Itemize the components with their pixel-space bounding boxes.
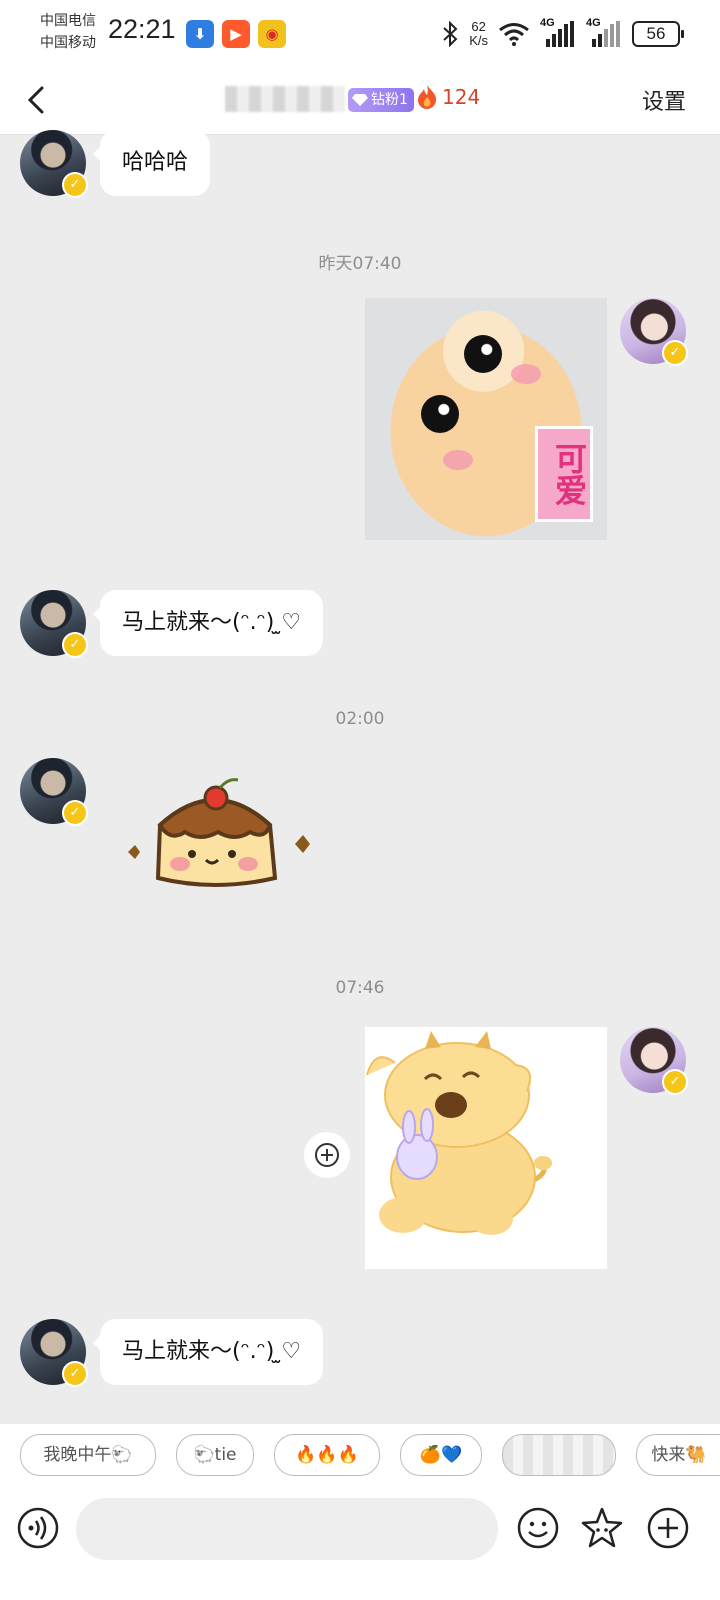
friendship-streak: 124 [416,84,480,110]
wifi-icon [499,23,529,46]
carrier-1: 中国电信 [40,13,96,29]
diamond-icon [352,94,368,106]
image-caption-sticker: 可爱 [535,426,593,522]
message-timestamp: 07:46 [335,978,385,998]
quick-reply-chip-blurred[interactable] [502,1434,616,1476]
carrier-2: 中国移动 [40,35,96,51]
fan-level-badge: 钻粉1 [348,88,414,112]
weibo-icon: ◉ [258,20,286,48]
fan-level-label: 钻粉1 [371,92,408,108]
verified-badge-icon: ✓ [62,632,88,658]
verified-badge-icon: ✓ [62,172,88,198]
message-bubble[interactable]: 哈哈哈 [92,130,211,196]
status-time: 22:21 [108,14,176,44]
verified-badge-icon: ✓ [62,800,88,826]
verified-badge-icon: ✓ [62,1361,88,1387]
battery-indicator: 56 [632,21,684,47]
more-plus-icon[interactable] [646,1506,690,1550]
message-bubble[interactable]: 马上就来～(ᵔ.ᵔ) ̫♡ [92,590,324,656]
contact-avatar[interactable]: ✓ [20,1319,88,1387]
pudding-sticker[interactable] [120,770,320,900]
contact-name-blurred [225,86,345,112]
my-avatar[interactable]: ✓ [620,298,688,366]
contact-avatar[interactable]: ✓ [20,758,88,826]
flame-icon [418,85,437,109]
cat-eye [464,335,502,373]
carrier-names: 中国电信 中国移动 [40,10,96,54]
signal-2-icon: 4G [586,17,622,49]
settings-button[interactable]: 设置 [642,84,686,116]
back-arrow-icon[interactable] [18,80,58,120]
message-timestamp: 02:00 [335,709,385,729]
cat-blush [511,364,541,384]
emoji-icon[interactable] [516,1506,560,1550]
signal-1-icon: 4G [540,17,576,49]
status-indicators: 62 K/s 4G 4G 56 [441,14,684,54]
net-speed-value: 62 [471,19,486,34]
contact-avatar[interactable]: ✓ [20,590,88,658]
quick-reply-chip[interactable]: 我晚中午🐑 [20,1434,156,1476]
cat-sticker-image[interactable]: 可爱 [365,298,607,540]
signal-2-label: 4G [586,17,601,29]
kuaishou-icon: ▶ [222,20,250,48]
chat-header: 钻粉1 124 设置 [0,70,720,135]
verified-badge-icon: ✓ [662,1069,688,1095]
message-bubble[interactable]: 马上就来～(ᵔ.ᵔ) ̫♡ [92,1319,324,1385]
cow-sticker [366,1031,552,1235]
plus-circle-icon [315,1143,339,1167]
quick-reply-chip[interactable]: 🍊💙 [400,1434,482,1476]
my-avatar[interactable]: ✓ [620,1027,688,1095]
quick-reply-chip[interactable]: 🔥🔥🔥 [274,1434,380,1476]
cow-sticker-image[interactable] [365,1027,607,1269]
cat-blush [443,450,473,470]
contact-avatar[interactable]: ✓ [20,130,88,198]
voice-input-icon[interactable] [16,1506,60,1550]
verified-badge-icon: ✓ [662,340,688,366]
quick-reply-bar: 我晚中午🐑 🐑tie 🔥🔥🔥 🍊💙 快来🐫 [0,1424,720,1488]
net-speed-unit: K/s [469,33,488,48]
input-bar [0,1488,720,1600]
add-sticker-button[interactable] [304,1132,350,1178]
status-bar: 中国电信 中国移动 22:21 ⬇ ▶ ◉ 62 K/s 4G 4G 56 [0,0,720,70]
quick-reply-chip[interactable]: 快来🐫 [636,1434,720,1476]
net-speed: 62 K/s [469,20,488,48]
message-timestamp: 昨天07:40 [318,254,402,274]
app-store-icon: ⬇ [186,20,214,48]
quick-reply-chip[interactable]: 🐑tie [176,1434,254,1476]
message-input[interactable] [76,1498,498,1560]
signal-1-label: 4G [540,17,555,29]
sticker-star-icon[interactable] [580,1506,624,1550]
streak-count: 124 [442,85,481,109]
cat-eye [421,395,459,433]
bluetooth-icon [443,21,458,47]
